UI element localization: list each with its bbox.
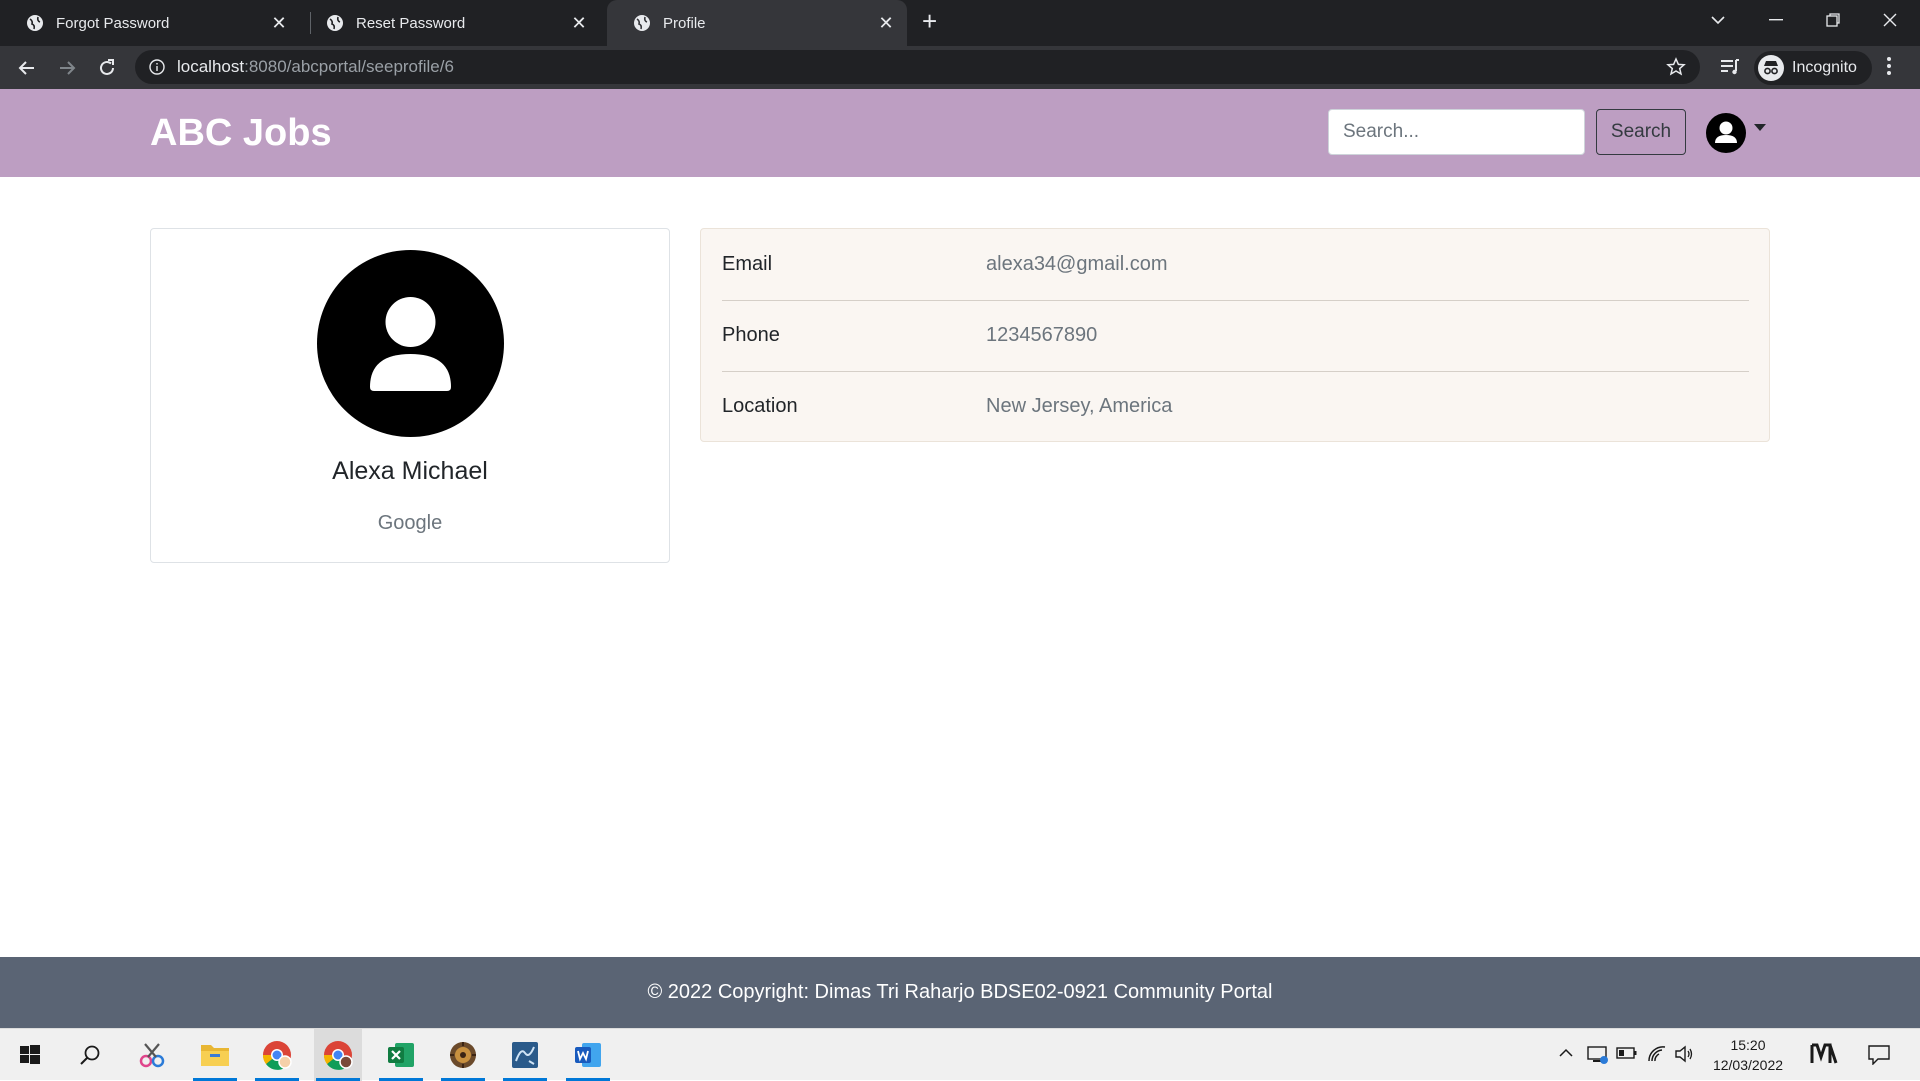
detail-label: Location [722, 395, 798, 417]
reading-list-icon[interactable] [1719, 56, 1741, 78]
detail-row-phone: Phone 1234567890 [722, 300, 1749, 371]
forward-icon[interactable] [53, 54, 81, 82]
battery-icon[interactable] [1616, 1045, 1638, 1061]
star-icon[interactable] [1666, 57, 1686, 77]
close-window-icon[interactable] [1862, 0, 1918, 40]
globe-icon [327, 15, 343, 31]
chrome-icon[interactable] [314, 1029, 362, 1081]
minimize-icon[interactable] [1748, 0, 1804, 40]
url-path: :8080/abcportal/seeprofile/6 [244, 57, 454, 76]
word-icon[interactable] [564, 1029, 612, 1081]
system-clock[interactable]: 15:20 12/03/2022 [1698, 1035, 1798, 1075]
footer-copyright: © 2022 Copyright: Dimas Tri Raharjo BDSE… [647, 981, 1273, 1003]
file-explorer-icon[interactable] [191, 1029, 239, 1081]
app-tray-logo-icon[interactable] [1810, 1043, 1838, 1065]
user-avatar-icon [1706, 113, 1746, 153]
wifi-icon[interactable] [1647, 1045, 1667, 1063]
user-menu-dropdown[interactable] [1706, 113, 1766, 153]
tab-profile[interactable]: Profile ✕ [607, 0, 907, 46]
detail-row-email: Email alexa34@gmail.com [722, 229, 1749, 300]
tab-forgot-password[interactable]: Forgot Password ✕ [0, 0, 300, 46]
url-text[interactable]: localhost:8080/abcportal/seeprofile/6 [177, 57, 454, 77]
search-input[interactable] [1328, 109, 1585, 155]
excel-icon[interactable] [377, 1029, 425, 1081]
page-footer: © 2022 Copyright: Dimas Tri Raharjo BDSE… [0, 957, 1920, 1028]
url-host: localhost [177, 57, 245, 76]
detail-value: New Jersey, America [986, 395, 1173, 417]
profile-details-card: Email alexa34@gmail.com Phone 1234567890… [700, 228, 1770, 442]
profile-avatar-icon [317, 250, 504, 437]
detail-value: alexa34@gmail.com [986, 253, 1168, 275]
tab-search-icon[interactable] [1690, 0, 1746, 40]
detail-label: Phone [722, 324, 780, 346]
profile-name: Alexa Michael [332, 457, 488, 485]
notifications-icon[interactable] [1868, 1045, 1890, 1065]
windows-taskbar: 15:20 12/03/2022 [0, 1028, 1920, 1081]
detail-label: Email [722, 253, 773, 275]
search-icon[interactable] [66, 1029, 114, 1081]
incognito-indicator[interactable]: Incognito [1754, 51, 1872, 85]
tab-reset-password[interactable]: Reset Password ✕ [300, 0, 600, 46]
start-icon[interactable] [6, 1029, 54, 1081]
close-tab-icon[interactable]: ✕ [268, 12, 290, 34]
brand-logo[interactable]: ABC Jobs [150, 112, 332, 155]
close-tab-icon[interactable]: ✕ [568, 12, 590, 34]
address-bar[interactable]: localhost:8080/abcportal/seeprofile/6 [135, 50, 1700, 84]
browser-toolbar: localhost:8080/abcportal/seeprofile/6 In… [0, 46, 1920, 89]
incognito-icon [1758, 55, 1784, 81]
snipping-tool-icon[interactable] [128, 1029, 176, 1081]
tab-title: Profile [663, 14, 706, 32]
game-app-icon[interactable] [439, 1029, 487, 1081]
detail-row-location: Location New Jersey, America [722, 371, 1749, 442]
info-icon[interactable] [149, 59, 165, 75]
restore-icon[interactable] [1805, 0, 1861, 40]
globe-icon [27, 15, 43, 31]
chevron-up-icon[interactable] [1558, 1045, 1574, 1061]
globe-icon [634, 15, 650, 31]
reload-icon[interactable] [93, 54, 121, 82]
network-monitor-icon[interactable] [1587, 1045, 1609, 1065]
detail-value: 1234567890 [986, 324, 1098, 346]
close-tab-icon[interactable]: ✕ [875, 12, 897, 34]
site-navbar: ABC Jobs Search [0, 89, 1920, 267]
profile-company: Google [377, 512, 443, 534]
new-tab-button[interactable]: + [922, 8, 937, 34]
chevron-down-icon [1754, 123, 1766, 131]
tab-title: Reset Password [356, 14, 466, 32]
search-button[interactable]: Search [1596, 109, 1686, 155]
clock-date: 12/03/2022 [1712, 1057, 1784, 1073]
chrome-profile-icon[interactable] [253, 1029, 301, 1081]
back-icon[interactable] [13, 54, 41, 82]
volume-icon[interactable] [1674, 1045, 1694, 1063]
tab-title: Forgot Password [56, 14, 170, 32]
browser-tabstrip: Forgot Password ✕ Reset Password ✕ Profi… [0, 0, 1920, 46]
mysql-workbench-icon[interactable] [501, 1029, 549, 1081]
kebab-menu-icon[interactable] [1886, 56, 1892, 76]
incognito-label: Incognito [1792, 59, 1857, 76]
clock-time: 15:20 [1730, 1037, 1766, 1053]
profile-card: Alexa Michael Google [150, 228, 670, 563]
